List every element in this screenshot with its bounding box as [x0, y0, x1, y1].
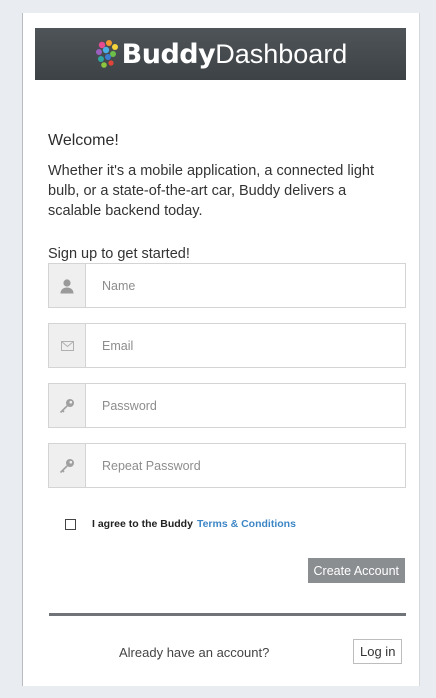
terms-agreement: I agree to the Buddy Terms & Conditions	[65, 518, 296, 530]
envelope-icon	[49, 324, 86, 367]
brand-name-bold: Buddy	[121, 38, 216, 70]
repeat-password-input[interactable]	[86, 444, 405, 487]
welcome-heading: Welcome!	[48, 132, 119, 149]
brand-name-light: Dashboard	[215, 38, 348, 69]
email-field-group	[48, 323, 406, 368]
signup-card: Buddy Dashboard Welcome! Whether it's a …	[22, 13, 420, 686]
brand-logo: Buddy Dashboard	[94, 38, 348, 70]
key-icon	[49, 444, 86, 487]
email-input[interactable]	[86, 324, 405, 367]
brand-header: Buddy Dashboard	[35, 28, 406, 80]
already-have-account-text: Already have an account?	[119, 645, 270, 660]
login-button[interactable]: Log in	[353, 639, 403, 664]
create-account-button[interactable]: Create Account	[307, 558, 405, 583]
terms-link[interactable]: Terms & Conditions	[197, 518, 296, 530]
user-icon	[49, 264, 86, 307]
signup-prompt: Sign up to get started!	[48, 246, 190, 262]
agree-checkbox[interactable]	[65, 518, 76, 530]
buddy-logo-icon	[95, 40, 118, 68]
repeat-password-field-group	[48, 443, 406, 488]
name-input[interactable]	[86, 264, 405, 307]
agree-label: I agree to the Buddy	[92, 518, 193, 530]
key-icon	[49, 384, 86, 427]
divider	[49, 613, 406, 616]
password-input[interactable]	[86, 384, 405, 427]
password-field-group	[48, 383, 406, 428]
intro-text: Whether it's a mobile application, a con…	[48, 163, 374, 219]
name-field-group	[48, 263, 406, 308]
